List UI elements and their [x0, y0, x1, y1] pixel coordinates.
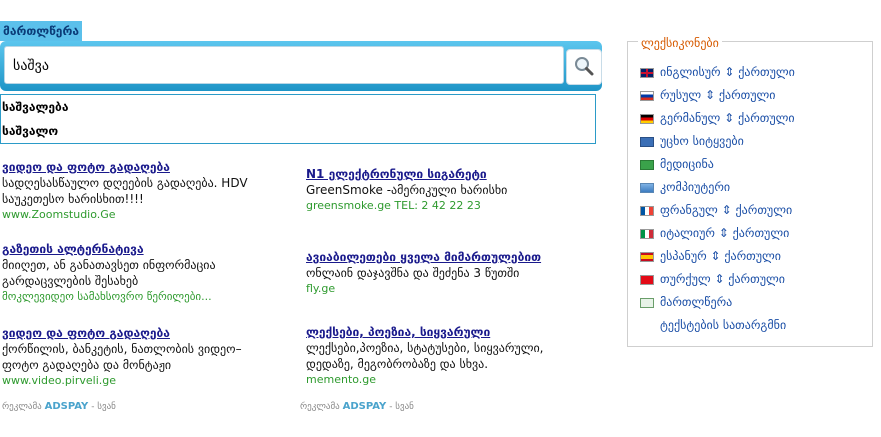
ad-title[interactable]: ლექსები, პოეზია, სიყვარული	[306, 324, 606, 340]
dict-item-english[interactable]: ინგლისურ ⇕ ქართული	[640, 63, 795, 81]
dict-item-translate[interactable]: ტექსტების სათარგმნი	[640, 316, 786, 334]
ad-block: გაზეთის ალტერნატივა მიიღეთ, ან განათავსე…	[2, 241, 302, 305]
dict-item-label: გერმანულ ⇕ ქართული	[660, 111, 795, 125]
ad-block: ლექსები, პოეზია, სიყვარული ლექსები,პოეზი…	[306, 324, 606, 388]
dict-item-label: მედიცინა	[660, 157, 714, 171]
dict-item-label: ინგლისურ ⇕ ქართული	[660, 65, 795, 79]
translate-arrows-icon	[640, 321, 654, 331]
spellcheck-icon	[640, 297, 654, 308]
dict-item-italian[interactable]: იტალიურ ⇕ ქართული	[640, 224, 789, 242]
ad-url[interactable]: greensmoke.ge TEL: 2 42 22 23	[306, 198, 606, 214]
ad-url[interactable]: www.video.pirveli.ge	[2, 373, 302, 389]
ad-description: ონლაინ დაჯავშნა და შეძენა 3 წუთში	[306, 266, 520, 280]
dict-item-german[interactable]: გერმანულ ⇕ ქართული	[640, 109, 795, 127]
italy-flag-icon	[640, 228, 654, 239]
ad-url[interactable]: მოკლევიდეო სამახსოვრო წერილები...	[2, 289, 302, 305]
ads-attribution[interactable]: რეკლამა ADSPAY - სვან	[2, 401, 116, 412]
ad-description: გარდაცვლების შესახებ	[2, 274, 139, 288]
dict-item-foreign-words[interactable]: უცხო სიტყვები	[640, 132, 744, 150]
dict-item-label: თურქულ ⇕ ქართული	[660, 272, 785, 286]
ad-block: ვიდეო და ფოტო გადაღება სადღესასწაულო დღე…	[2, 159, 302, 223]
dict-item-turkish[interactable]: თურქულ ⇕ ქართული	[640, 270, 785, 288]
search-button[interactable]	[566, 49, 602, 85]
ad-title[interactable]: ვიდეო და ფოტო გადაღება	[2, 159, 302, 175]
dict-item-label: ტექსტების სათარგმნი	[660, 318, 787, 332]
germany-flag-icon	[640, 113, 654, 124]
ads-attribution[interactable]: რეკლამა ADSPAY - სვან	[300, 401, 414, 412]
ad-title[interactable]: N1 ელექტრონული სიგარეტი	[306, 166, 606, 182]
ad-title[interactable]: გაზეთის ალტერნატივა	[2, 241, 302, 257]
search-bar	[0, 41, 602, 91]
ad-description: სადღესასწაულო დღეების გადაღება. HDV	[2, 176, 248, 190]
ad-block: ავიაბილეთები ყველა მიმართულებით ონლაინ დ…	[306, 249, 606, 297]
dict-item-label: ესპანურ ⇕ ქართული	[660, 249, 781, 263]
suggestion-list: საშვალება საშვალო	[0, 94, 596, 144]
dictionaries-panel: ლექსიკონები ინგლისურ ⇕ ქართული რუსულ ⇕ ქ…	[627, 36, 873, 347]
dict-item-medicine[interactable]: მედიცინა	[640, 155, 714, 173]
ad-description: დედაზე, მეგობრობაზე და სხვა.	[306, 357, 489, 371]
adspay-logo: ADSPAY	[44, 401, 89, 412]
ad-title[interactable]: ავიაბილეთები ყველა მიმართულებით	[306, 249, 606, 265]
ad-description: GreenSmoke -ამერიკული ხარისხი	[306, 183, 508, 197]
suggestion-item[interactable]: საშვალება	[1, 95, 595, 119]
search-input[interactable]	[11, 47, 555, 85]
russia-flag-icon	[640, 90, 654, 101]
book-icon	[640, 136, 654, 147]
ad-block: ვიდეო და ფოტო გადაღება ქორწილის, ბანკეტი…	[2, 325, 302, 389]
ad-block: N1 ელექტრონული სიგარეტი GreenSmoke -ამერ…	[306, 166, 606, 214]
medical-book-icon	[640, 159, 654, 170]
dict-item-label: უცხო სიტყვები	[660, 134, 744, 148]
magnifier-icon	[575, 57, 594, 76]
dict-item-spanish[interactable]: ესპანურ ⇕ ქართული	[640, 247, 781, 265]
dict-item-label: მართლწერა	[660, 295, 733, 309]
search-box	[4, 46, 564, 85]
dict-item-label: იტალიურ ⇕ ქართული	[660, 226, 790, 240]
dict-item-label: კომპიუტერი	[660, 180, 731, 194]
ads-suffix: - სვან	[91, 402, 116, 412]
uk-flag-icon	[640, 67, 654, 78]
panel-title: ლექსიკონები	[638, 36, 722, 50]
france-flag-icon	[640, 205, 654, 216]
ads-prefix: რეკლამა	[300, 402, 340, 412]
dict-item-spellcheck[interactable]: მართლწერა	[640, 293, 732, 311]
ad-url[interactable]: www.Zoomstudio.Ge	[2, 207, 302, 223]
computer-icon	[640, 182, 654, 193]
ad-url[interactable]: fly.ge	[306, 281, 606, 297]
ad-description: მიიღეთ, ან განათავსეთ ინფორმაცია	[2, 258, 216, 272]
ads-suffix: - სვან	[389, 402, 414, 412]
ad-description: ფოტო გადაღება და მონტაჟი	[2, 358, 172, 372]
dict-item-label: რუსულ ⇕ ქართული	[660, 88, 776, 102]
spain-flag-icon	[640, 251, 654, 262]
ad-description: ქორწილის, ბანკეტის, ნათლობის ვიდეო–	[2, 342, 242, 356]
ad-description: საუკეთესო ხარისხით!!!!	[2, 192, 144, 206]
dict-item-computer[interactable]: კომპიუტერი	[640, 178, 730, 196]
ad-description: ლექსები,პოეზია, სტატუსები, სიყვარული,	[306, 341, 544, 355]
turkey-flag-icon	[640, 274, 654, 285]
spellcheck-tab-label[interactable]: მართლწერა	[0, 21, 82, 41]
dict-item-label: ფრანგულ ⇕ ქართული	[660, 203, 793, 217]
suggestion-item[interactable]: საშვალო	[1, 119, 595, 143]
ad-url[interactable]: memento.ge	[306, 372, 606, 388]
ad-title[interactable]: ვიდეო და ფოტო გადაღება	[2, 325, 302, 341]
dict-item-french[interactable]: ფრანგულ ⇕ ქართული	[640, 201, 792, 219]
adspay-logo: ADSPAY	[342, 401, 387, 412]
ads-prefix: რეკლამა	[2, 402, 42, 412]
dict-item-russian[interactable]: რუსულ ⇕ ქართული	[640, 86, 775, 104]
